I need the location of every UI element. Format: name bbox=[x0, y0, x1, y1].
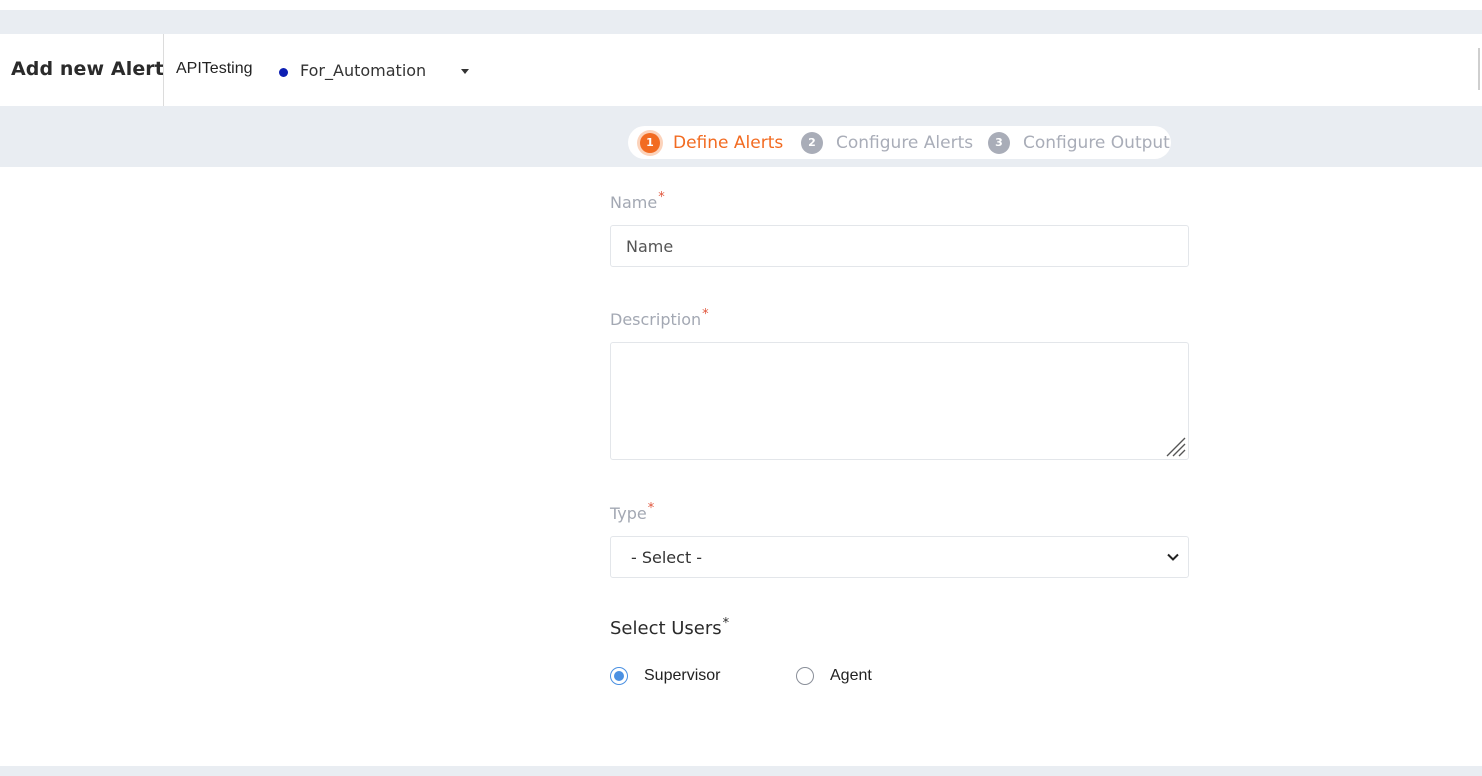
page-header: Add new Alert APITesting For_Automation bbox=[0, 34, 1482, 106]
select-users-label-text: Select Users bbox=[610, 618, 722, 639]
description-field-wrap bbox=[610, 342, 1189, 460]
step-label: Define Alerts bbox=[673, 132, 784, 153]
step-define-alerts[interactable]: 1 Define Alerts bbox=[640, 126, 783, 159]
step-configure-alerts[interactable]: 2 Configure Alerts bbox=[801, 126, 973, 159]
radio-checked-dot bbox=[614, 671, 624, 681]
header-divider bbox=[163, 34, 164, 106]
step-number-badge: 2 bbox=[801, 131, 823, 154]
supervisor-label[interactable]: Supervisor bbox=[644, 667, 720, 685]
select-users-label: Select Users* bbox=[610, 616, 730, 639]
radio-option-supervisor[interactable]: Supervisor bbox=[610, 667, 720, 685]
caret-down-icon[interactable] bbox=[461, 69, 469, 74]
radio-option-agent[interactable]: Agent bbox=[796, 667, 872, 685]
step-configure-output[interactable]: 3 Configure Output bbox=[988, 126, 1170, 159]
page-title: Add new Alert bbox=[11, 58, 164, 80]
name-input[interactable] bbox=[610, 225, 1189, 267]
agent-label[interactable]: Agent bbox=[830, 667, 872, 685]
steps-bar: 1 Define Alerts 2 Configure Alerts 3 Con… bbox=[0, 106, 1482, 167]
required-mark: * bbox=[702, 307, 709, 322]
step-label: Configure Output bbox=[1023, 132, 1170, 153]
top-gray-band bbox=[0, 10, 1482, 34]
agent-radio[interactable] bbox=[796, 667, 814, 685]
type-select[interactable]: - Select - bbox=[610, 536, 1189, 578]
description-textarea[interactable] bbox=[610, 342, 1189, 460]
step-label: Configure Alerts bbox=[836, 132, 974, 153]
resize-grip-icon[interactable] bbox=[1164, 435, 1186, 457]
header-right-edge bbox=[1478, 48, 1480, 90]
type-label: Type* bbox=[610, 501, 655, 523]
environment-selector[interactable]: For_Automation bbox=[300, 61, 426, 80]
environment-status-dot bbox=[279, 68, 288, 77]
description-label-text: Description bbox=[610, 310, 702, 329]
type-label-text: Type bbox=[610, 504, 647, 523]
step-number-badge: 3 bbox=[988, 131, 1010, 154]
chevron-down-icon bbox=[1167, 553, 1179, 561]
supervisor-radio[interactable] bbox=[610, 667, 628, 685]
type-select-value: - Select - bbox=[631, 547, 703, 567]
top-strip bbox=[0, 0, 1482, 10]
description-label: Description* bbox=[610, 307, 709, 329]
step-number-badge: 1 bbox=[640, 132, 660, 153]
required-mark: * bbox=[658, 190, 665, 205]
required-mark: * bbox=[722, 616, 730, 631]
required-mark: * bbox=[647, 501, 655, 516]
bottom-strip bbox=[0, 766, 1482, 776]
name-label: Name* bbox=[610, 190, 665, 212]
project-name[interactable]: APITesting bbox=[176, 60, 252, 78]
wizard-stepper: 1 Define Alerts 2 Configure Alerts 3 Con… bbox=[628, 126, 1171, 159]
name-label-text: Name bbox=[610, 193, 658, 212]
